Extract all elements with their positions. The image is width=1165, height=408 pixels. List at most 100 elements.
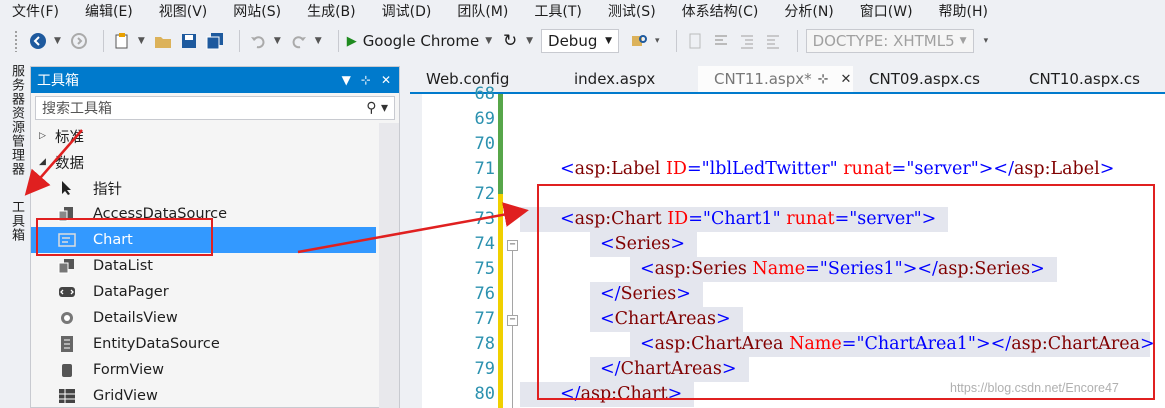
document-tab-label: Web.config (426, 70, 510, 88)
menu-item[interactable]: 调试(D) (382, 1, 432, 21)
toolbox-item[interactable]: DataPager (31, 279, 399, 305)
toolbox-item[interactable]: DataList (31, 253, 399, 279)
toolbox-item[interactable]: EntityDataSource (31, 331, 399, 357)
document-tab[interactable]: CNT10.aspx.cs (1013, 66, 1163, 92)
code-token: = (686, 159, 702, 179)
redo-icon[interactable] (289, 31, 309, 51)
menu-item[interactable]: 团队(M) (457, 1, 508, 21)
document-tab-label: CNT11.aspx* (714, 70, 812, 88)
toolbox-item-icon (57, 283, 77, 301)
menu-item[interactable]: 帮助(H) (939, 1, 988, 21)
toolbar-grip[interactable] (14, 30, 18, 52)
document-tab-label: CNT10.aspx.cs (1029, 70, 1140, 88)
toolbar-separator (238, 30, 240, 52)
toolbox-item[interactable]: FormView (31, 357, 399, 383)
toolbox-item-icon (57, 257, 77, 275)
menu-item[interactable]: 窗口(W) (860, 1, 913, 21)
line-number: 68 (474, 84, 495, 104)
toolbox-tree: ▷ 标准 ◢ 数据 指针 AccessDataSource Chart DataList Dat… (31, 123, 399, 408)
document-tab[interactable]: index.aspx (558, 66, 698, 92)
collapse-icon[interactable]: − (507, 240, 518, 251)
toolbox-group-label: 标准 (55, 129, 84, 146)
search-icon[interactable]: ⚲ ▾ (366, 100, 388, 116)
toolbox-item-label: EntityDataSource (93, 336, 220, 352)
back-dropdown-icon[interactable]: ▼ (54, 36, 61, 46)
open-folder-icon[interactable] (153, 31, 173, 51)
solution-configuration-select[interactable]: Debug ▼ (541, 29, 620, 53)
menu-item[interactable]: 视图(V) (159, 1, 208, 21)
menu-item[interactable]: 测试(S) (608, 1, 656, 21)
code-token: "server" (906, 159, 979, 179)
solution-configuration-value: Debug (548, 32, 598, 50)
menu-item[interactable]: 网站(S) (233, 1, 281, 21)
toolbox-item[interactable]: GridView (31, 383, 399, 408)
line-number: 74 (474, 234, 495, 254)
browser-selector-label[interactable]: Google Chrome (363, 32, 480, 50)
editor-left-margin (410, 94, 422, 408)
pin-tab-icon[interactable]: ⊹ (818, 72, 829, 87)
menu-item[interactable]: 分析(N) (784, 1, 833, 21)
close-icon[interactable]: ✕ (381, 73, 391, 87)
find-in-files-icon[interactable] (629, 31, 649, 51)
document-tab-strip: Web.config index.aspx CNT11.aspx* ⊹ ✕ CNT09.a… (410, 66, 1165, 92)
toolbox-item[interactable]: DetailsView (31, 305, 399, 331)
server-explorer-tab[interactable]: 服务器资源管理器 (7, 64, 26, 176)
format-document-icon[interactable] (711, 31, 731, 51)
refresh-icon[interactable]: ↻ (500, 31, 520, 51)
pin-icon[interactable]: ⊹ (361, 73, 371, 87)
browser-dropdown-icon[interactable]: ▼ (485, 36, 492, 46)
toolbox-search-input[interactable]: 搜索工具箱 ⚲ ▾ (35, 96, 395, 120)
code-token: < (560, 159, 575, 179)
undo-dropdown-icon[interactable]: ▼ (274, 36, 281, 46)
document-tab-label: CNT09.aspx.cs (869, 70, 980, 88)
indent-icon[interactable] (737, 31, 757, 51)
new-file-icon[interactable] (685, 31, 705, 51)
outdent-icon[interactable] (763, 31, 783, 51)
toolbox-item[interactable]: 指针 (31, 175, 399, 201)
menu-item[interactable]: 编辑(E) (85, 1, 133, 21)
forward-icon[interactable] (69, 31, 89, 51)
line-number: 75 (474, 259, 495, 279)
toolbox-item-icon (57, 387, 77, 405)
menu-bar: 文件(F) 编辑(E) 视图(V) 网站(S) 生成(B) 调试(D) 团队(M) 工具(T)… (0, 0, 1165, 22)
line-number: 76 (474, 284, 495, 304)
collapse-icon[interactable]: − (507, 315, 518, 326)
document-tab[interactable]: CNT09.aspx.cs (853, 66, 1013, 92)
toolbox-item-label: FormView (93, 362, 164, 378)
watermark: https://blog.csdn.net/Encore47 (950, 381, 1119, 395)
toolbox-tab[interactable]: 工具箱 (7, 200, 26, 242)
toolbox-scrollbar[interactable] (379, 123, 399, 408)
window-position-dropdown-icon[interactable]: ▼ (342, 73, 351, 87)
menu-item[interactable]: 文件(F) (12, 1, 59, 21)
undo-icon[interactable] (248, 31, 268, 51)
menu-item[interactable]: 体系结构(C) (682, 1, 759, 21)
doctype-select[interactable]: DOCTYPE: XHTML5 ▼ (805, 29, 974, 53)
expanded-arrow-icon[interactable]: ◢ (39, 157, 51, 167)
close-tab-icon[interactable]: ✕ (841, 72, 852, 87)
toolbox-group[interactable]: ◢ 数据 (31, 149, 399, 175)
document-tab[interactable]: CNT11.aspx* ⊹ ✕ (698, 66, 853, 92)
code-token: "lblLedTwitter" (701, 159, 838, 179)
line-number: 69 (474, 109, 495, 129)
new-project-dropdown-icon[interactable]: ▼ (138, 36, 145, 46)
code-token: runat (843, 159, 892, 179)
toolbox-item-icon (57, 309, 77, 327)
collapsed-arrow-icon[interactable]: ▷ (39, 131, 51, 141)
code-line[interactable]: <asp:Label ID="lblLedTwitter" runat="ser… (560, 157, 1114, 182)
toolbar-separator (675, 30, 677, 52)
toolbox-group[interactable]: ▷ 标准 (31, 123, 399, 149)
toolbar-overflow-icon[interactable]: ▾ (984, 36, 989, 46)
annotation-box-code (537, 184, 1155, 400)
menu-item[interactable]: 生成(B) (307, 1, 356, 21)
menu-item[interactable]: 工具(T) (534, 1, 581, 21)
toolbox-title-bar: 工具箱 ▼ ⊹ ✕ (31, 67, 399, 93)
new-project-icon[interactable] (112, 31, 132, 51)
save-icon[interactable] (179, 31, 199, 51)
save-all-icon[interactable] (205, 31, 225, 51)
back-icon[interactable] (28, 31, 48, 51)
overflow-icon[interactable]: ▾ (655, 36, 660, 46)
line-number: 71 (474, 159, 495, 179)
start-debug-icon[interactable]: ▶ (347, 34, 357, 49)
refresh-dropdown-icon[interactable]: ▼ (526, 36, 533, 46)
redo-dropdown-icon[interactable]: ▼ (315, 36, 322, 46)
